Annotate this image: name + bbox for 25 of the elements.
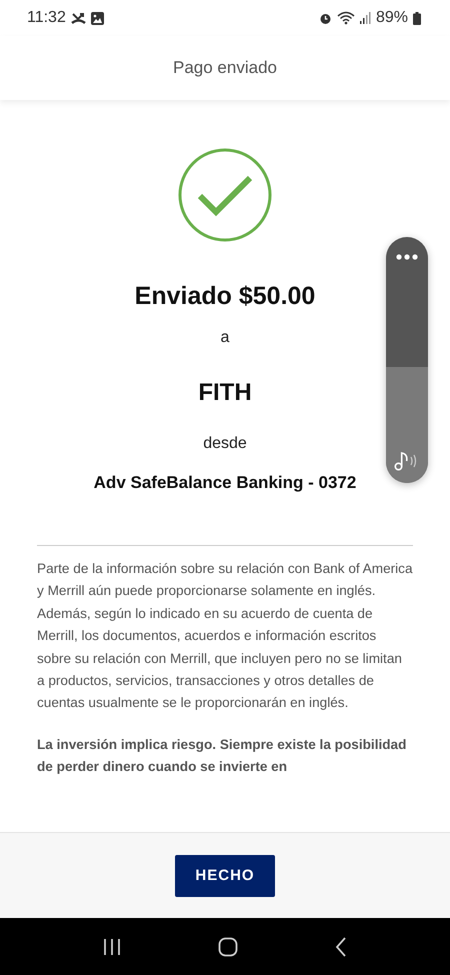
- recent-apps-icon[interactable]: [103, 938, 122, 956]
- volume-level[interactable]: [386, 367, 428, 483]
- screen-title: Pago enviado: [173, 58, 277, 78]
- more-icon[interactable]: [396, 254, 418, 260]
- battery-percent: 89%: [376, 9, 408, 27]
- done-button[interactable]: HECHO: [175, 854, 275, 896]
- alarm-icon: [318, 12, 332, 24]
- wifi-icon: [336, 11, 355, 25]
- recipient-name: FITH: [198, 379, 252, 407]
- status-time: 11:32: [27, 9, 66, 27]
- from-label: desde: [203, 435, 247, 453]
- signal-icon: [360, 12, 371, 24]
- to-label: a: [220, 329, 230, 347]
- volume-panel[interactable]: [386, 237, 428, 483]
- disclosure-text: Parte de la información sobre su relación con Bank of America y Merrill aún puede proporcionarse solamente en inglés. Además, según lo indicado en su acuerdo de cuenta de Merrill, los documentos, acuerdos e información escritos sobre su relación con Merrill, que incluyen pero no se limitan a productos, servicios, transacciones y otros detalles de cuentas usualmente se le proporcionarán en inglés.: [37, 560, 413, 712]
- checkmark-circle-icon: [178, 148, 272, 242]
- sent-amount: Enviado $50.00: [134, 282, 316, 311]
- disclosure-text: La inversión implica riesgo. Siempre existe la posibilidad de perder dinero cuando se invierte en: [37, 736, 408, 776]
- image-icon: [90, 12, 104, 24]
- missed-call-icon: [70, 12, 86, 24]
- account-name: Adv SafeBalance Banking - 0372: [94, 473, 356, 493]
- back-icon[interactable]: [334, 936, 347, 956]
- battery-icon: [413, 12, 421, 24]
- home-icon[interactable]: [218, 936, 238, 956]
- music-note-icon: [394, 451, 418, 471]
